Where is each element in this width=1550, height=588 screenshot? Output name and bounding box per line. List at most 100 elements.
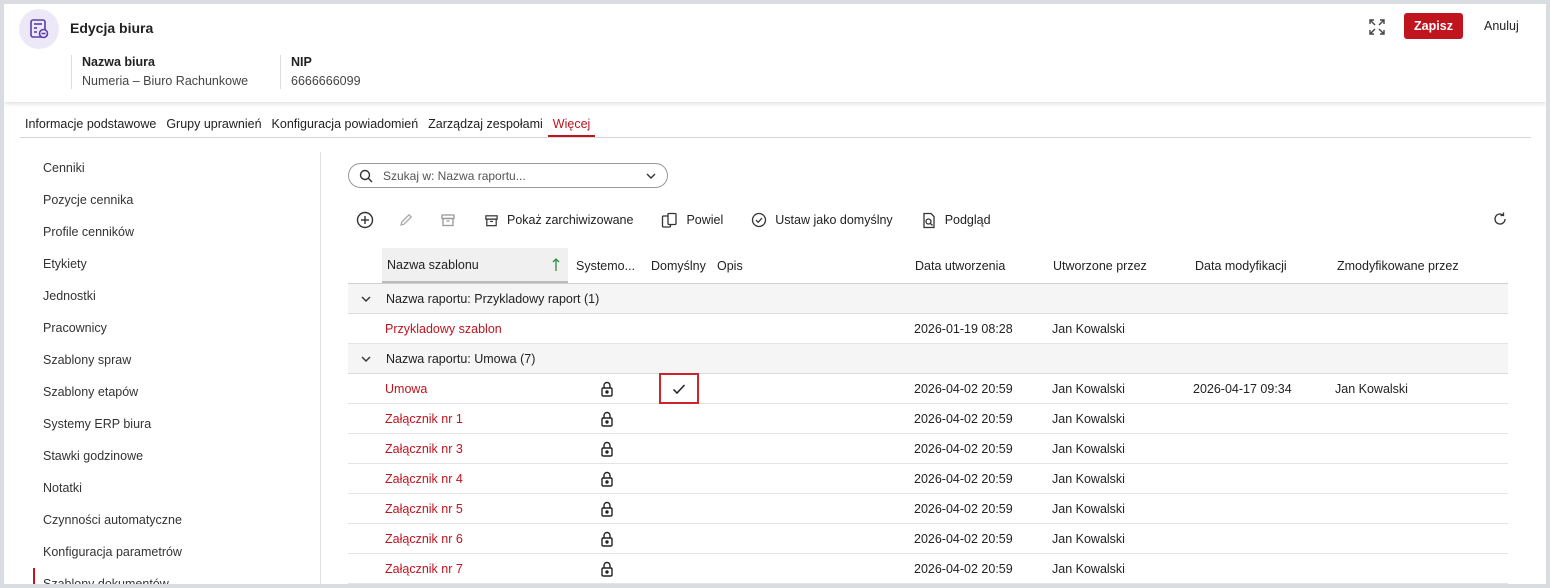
column-header-modified-by[interactable]: Zmodyfikowane przez: [1337, 248, 1459, 283]
template-name-link[interactable]: Załącznik nr 4: [385, 464, 463, 493]
preview-button[interactable]: Podgląd: [921, 208, 991, 232]
created-date: 2026-04-02 20:59: [914, 501, 1013, 516]
office-edit-window: Edycja biura Nazwa biura Numeria – Biuro…: [4, 4, 1546, 584]
column-header-template-name[interactable]: Nazwa szablonu: [382, 248, 568, 283]
created-date: 2026-04-02 20:59: [914, 381, 1013, 396]
column-header-default[interactable]: Domyślny: [651, 248, 706, 283]
office-name-field: Nazwa biura Numeria – Biuro Rachunkowe: [71, 55, 248, 89]
column-header-modified-date[interactable]: Data modyfikacji: [1195, 248, 1287, 283]
table-row[interactable]: Załącznik nr 3 2026-04-02 20:59 Jan Kowa…: [348, 434, 1508, 464]
template-name-link[interactable]: Załącznik nr 3: [385, 434, 463, 463]
save-button[interactable]: Zapisz: [1404, 13, 1463, 39]
cancel-button[interactable]: Anuluj: [1474, 13, 1529, 39]
set-default-button[interactable]: Ustaw jako domyślny: [751, 208, 893, 232]
edit-button[interactable]: [398, 208, 414, 232]
column-header-created-by[interactable]: Utworzone przez: [1053, 248, 1147, 283]
show-archived-label: Pokaż zarchiwizowane: [507, 213, 634, 227]
table-row[interactable]: Załącznik nr 4 2026-04-02 20:59 Jan Kowa…: [348, 464, 1508, 494]
templates-table: Nazwa szablonu Systemo... Domyślny Opis …: [348, 248, 1508, 584]
sidebar-item-units[interactable]: Jednostki: [33, 280, 320, 312]
group-row[interactable]: Nazwa raportu: Przykladowy raport (1): [348, 284, 1508, 314]
tab-basic-info[interactable]: Informacje podstawowe: [20, 114, 161, 137]
sidebar-item-hourly-rates[interactable]: Stawki godzinowe: [33, 440, 320, 472]
sidebar-item-price-list-profiles[interactable]: Profile cenników: [33, 216, 320, 248]
sidebar-item-case-templates[interactable]: Szablony spraw: [33, 344, 320, 376]
column-header-description[interactable]: Opis: [717, 248, 743, 283]
preview-icon: [923, 212, 935, 228]
template-name-link[interactable]: Przykladowy szablon: [385, 314, 502, 343]
chevron-down-icon[interactable]: [645, 170, 657, 182]
template-name-link[interactable]: Załącznik nr 1: [385, 404, 463, 433]
duplicate-button[interactable]: Powiel: [661, 208, 723, 232]
search-icon: [359, 169, 373, 182]
sidebar-item-document-templates[interactable]: Szablony dokumentów: [33, 568, 320, 584]
tab-bar: Informacje podstawowe Grupy uprawnień Ko…: [20, 114, 1531, 138]
sort-ascending-icon: [552, 258, 560, 271]
sidebar-item-parameter-config[interactable]: Konfiguracja parametrów: [33, 536, 320, 568]
expand-icon[interactable]: [1368, 18, 1386, 36]
sidebar-item-stage-templates[interactable]: Szablony etapów: [33, 376, 320, 408]
show-archived-icon: [485, 214, 498, 226]
column-header-created-date[interactable]: Data utworzenia: [915, 248, 1005, 283]
collapse-icon[interactable]: [360, 354, 372, 364]
template-name-link[interactable]: Umowa: [385, 374, 427, 403]
table-row[interactable]: Załącznik nr 6 2026-04-02 20:59 Jan Kowa…: [348, 524, 1508, 554]
nip-value: 6666666099: [291, 74, 361, 88]
sidebar-item-notes[interactable]: Notatki: [33, 472, 320, 504]
created-by: Jan Kowalski: [1052, 321, 1125, 336]
created-date: 2026-04-02 20:59: [914, 561, 1013, 576]
lock-icon: [600, 374, 614, 403]
tab-permission-groups[interactable]: Grupy uprawnień: [161, 114, 266, 137]
office-icon: [19, 9, 59, 49]
created-date: 2026-04-02 20:59: [914, 471, 1013, 486]
table-row[interactable]: Umowa 2026-04-02 20:59 Jan Kowalski 2026…: [348, 373, 1508, 404]
sidebar-item-employees[interactable]: Pracownicy: [33, 312, 320, 344]
archive-button[interactable]: [440, 208, 456, 232]
show-archived-button[interactable]: Pokaż zarchiwizowane: [484, 208, 633, 232]
set-default-icon: [752, 212, 767, 228]
lock-icon: [600, 524, 614, 553]
created-by: Jan Kowalski: [1052, 561, 1125, 576]
created-date: 2026-04-02 20:59: [914, 411, 1013, 426]
group-label: Nazwa raportu: Umowa (7): [386, 351, 536, 366]
duplicate-label: Powiel: [686, 213, 724, 227]
collapse-icon[interactable]: [360, 294, 372, 304]
modified-date: 2026-04-17 09:34: [1193, 381, 1292, 396]
template-name-link[interactable]: Załącznik nr 7: [385, 554, 463, 583]
search-box[interactable]: [348, 163, 668, 188]
lock-icon: [600, 464, 614, 493]
nip-field: NIP 6666666099: [280, 55, 361, 89]
check-icon: [672, 383, 686, 394]
table-row[interactable]: Przykladowy szablon 2026-01-19 08:28 Jan…: [348, 314, 1508, 344]
duplicate-icon: [662, 212, 678, 228]
modified-by: Jan Kowalski: [1335, 381, 1408, 396]
created-by: Jan Kowalski: [1052, 471, 1125, 486]
tab-notification-config[interactable]: Konfiguracja powiadomień: [267, 114, 424, 137]
add-button[interactable]: [356, 208, 374, 232]
sidebar-item-erp-systems[interactable]: Systemy ERP biura: [33, 408, 320, 440]
table-row[interactable]: Załącznik nr 7 2026-04-02 20:59 Jan Kowa…: [348, 554, 1508, 584]
lock-icon: [600, 494, 614, 523]
sidebar-item-price-lists[interactable]: Cenniki: [33, 152, 320, 184]
template-name-link[interactable]: Załącznik nr 5: [385, 494, 463, 523]
edit-icon: [400, 213, 413, 226]
created-by: Jan Kowalski: [1052, 501, 1125, 516]
template-name-link[interactable]: Załącznik nr 6: [385, 524, 463, 553]
table-row[interactable]: Załącznik nr 5 2026-04-02 20:59 Jan Kowa…: [348, 494, 1508, 524]
search-input[interactable]: [383, 168, 623, 183]
group-row[interactable]: Nazwa raportu: Umowa (7): [348, 344, 1508, 374]
set-default-label: Ustaw jako domyślny: [775, 213, 893, 227]
header: Edycja biura Nazwa biura Numeria – Biuro…: [4, 4, 1546, 102]
column-header-system[interactable]: Systemo...: [576, 248, 635, 283]
sidebar-item-labels[interactable]: Etykiety: [33, 248, 320, 280]
sidebar-item-price-list-items[interactable]: Pozycje cennika: [33, 184, 320, 216]
table-row[interactable]: Załącznik nr 1 2026-04-02 20:59 Jan Kowa…: [348, 404, 1508, 434]
created-by: Jan Kowalski: [1052, 381, 1125, 396]
refresh-icon[interactable]: [1492, 211, 1508, 230]
sidebar-item-automatic-actions[interactable]: Czynności automatyczne: [33, 504, 320, 536]
tab-manage-teams[interactable]: Zarządzaj zespołami: [423, 114, 548, 137]
group-label: Nazwa raportu: Przykladowy raport (1): [386, 291, 600, 306]
created-by: Jan Kowalski: [1052, 411, 1125, 426]
preview-label: Podgląd: [944, 213, 991, 227]
tab-more[interactable]: Więcej: [547, 114, 596, 137]
